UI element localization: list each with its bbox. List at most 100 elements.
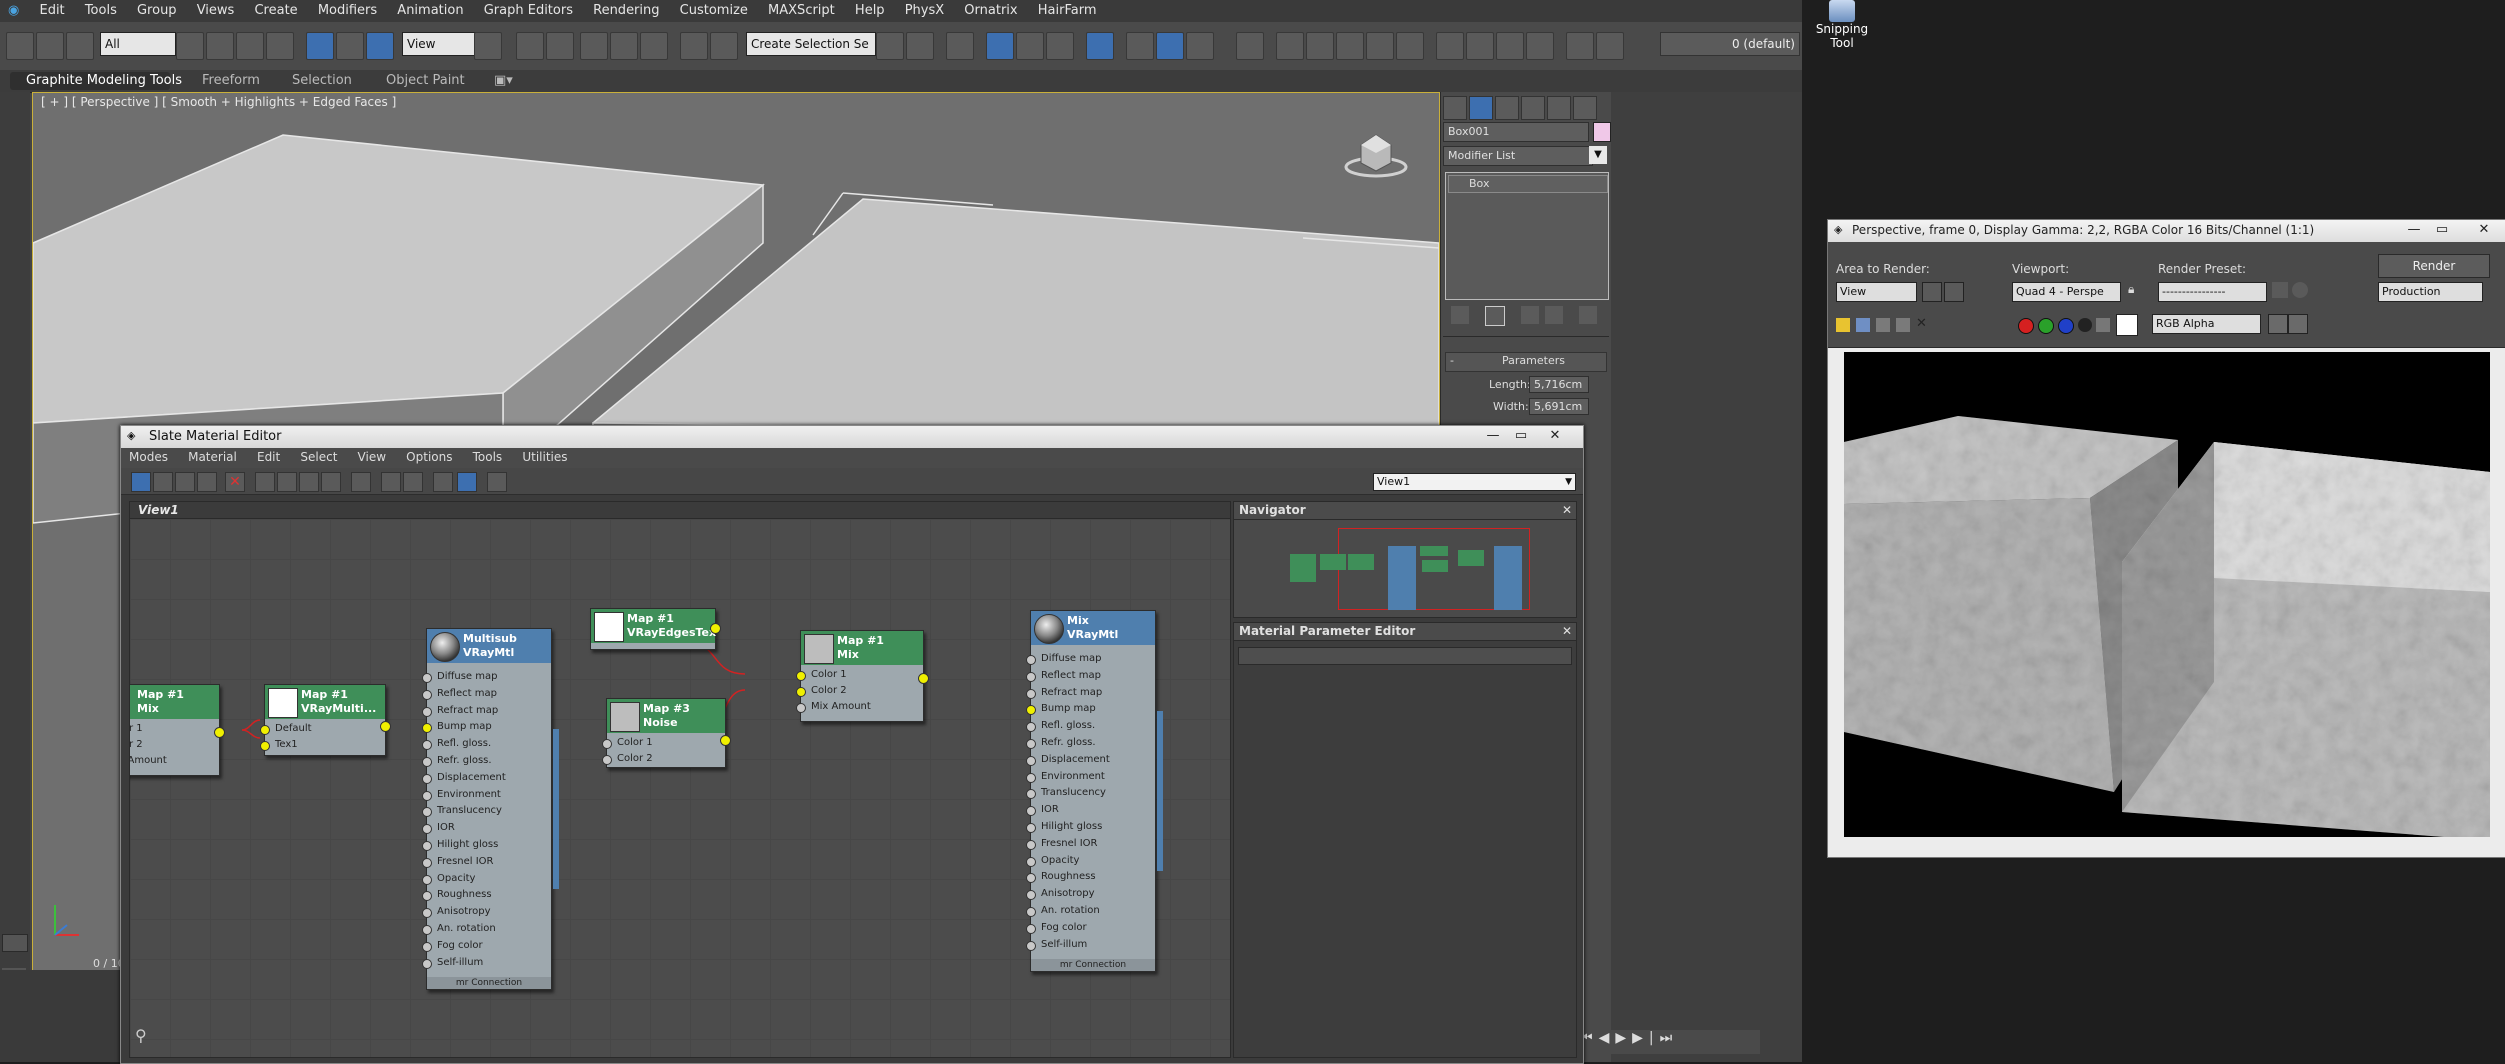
ribbon-tab-freeform[interactable]: Freeform (202, 73, 260, 88)
input-socket[interactable] (422, 706, 432, 717)
input-socket[interactable] (422, 689, 432, 700)
vray-proxy-icon[interactable] (1366, 32, 1394, 60)
menu-edit[interactable]: Edit (31, 0, 72, 18)
render-preset-select[interactable]: ---------------- (2158, 282, 2267, 302)
menu-maxscript[interactable]: MAXScript (760, 0, 843, 18)
hair-guide-icon[interactable] (1466, 32, 1494, 60)
monochrome-icon[interactable] (2096, 318, 2110, 332)
named-selection-set-select[interactable]: Create Selection Se (746, 32, 876, 56)
menu-physx[interactable]: PhysX (897, 0, 952, 18)
node-vraymulti[interactable]: Map #1 VRayMulti... Default Tex1 (260, 684, 391, 756)
clone-window-icon[interactable] (1876, 318, 1890, 332)
menu-modifiers[interactable]: Modifiers (310, 0, 385, 18)
pin-stack-icon[interactable] (1451, 306, 1469, 324)
stack-item[interactable]: Box (1448, 175, 1608, 193)
output-socket[interactable] (214, 727, 225, 738)
length-spinner[interactable]: 5,716cm (1529, 376, 1589, 393)
binoculars-icon[interactable]: ⚲ (135, 1026, 147, 1045)
edit-named-sets-icon[interactable] (710, 32, 738, 60)
node-view-canvas[interactable]: View1 Map #1Mix Color 1 Color 2 Mix Amou… (129, 501, 1231, 1058)
hair-settings-icon[interactable] (1526, 32, 1554, 60)
node-multisub-vraymtl[interactable]: Multisub VRayMtl Diffuse map Reflect map Re… (422, 628, 559, 990)
menu-views[interactable]: Views (189, 0, 243, 18)
input-socket[interactable] (1026, 856, 1036, 867)
input-socket[interactable] (796, 687, 806, 697)
current-layer-select[interactable]: 0 (default) (1660, 32, 1800, 56)
input-socket[interactable] (422, 757, 432, 767)
auto-region-icon[interactable] (1944, 282, 1964, 302)
hair-render-icon[interactable] (1496, 32, 1524, 60)
menu-hairfarm[interactable]: HairFarm (1030, 0, 1105, 18)
angle-snap-icon[interactable] (610, 32, 638, 60)
reference-coord-select[interactable]: View (402, 32, 476, 56)
alpha-channel-icon[interactable] (2078, 318, 2092, 332)
input-socket[interactable] (422, 941, 432, 952)
ribbon-tab-graphite[interactable]: Graphite Modeling Tools (26, 73, 182, 88)
toggle-ui-icon[interactable] (2288, 314, 2308, 334)
render-setup-icon[interactable] (1126, 32, 1154, 60)
input-socket[interactable] (1026, 739, 1036, 749)
area-to-render-select[interactable]: View (1836, 282, 1917, 302)
rfw-maximize-button[interactable]: ▭ (2430, 222, 2454, 238)
move-gizmo-icon[interactable] (516, 32, 544, 60)
input-socket[interactable] (1026, 923, 1036, 934)
input-socket[interactable] (422, 807, 432, 818)
input-socket[interactable] (1026, 655, 1036, 665)
sme-menu-modes[interactable]: Modes (121, 448, 176, 464)
input-socket[interactable] (1026, 772, 1036, 783)
ribbon-tab-selection[interactable]: Selection (292, 73, 352, 88)
modify-tab-icon[interactable] (1469, 96, 1493, 120)
display-channel-select[interactable]: RGB Alpha (2152, 314, 2261, 334)
snaps-toggle-icon[interactable] (580, 32, 608, 60)
input-socket[interactable] (1026, 940, 1036, 951)
viewport-label[interactable]: [ + ] [ Perspective ] [ Smooth + Highlig… (41, 95, 396, 109)
vray-sun-icon[interactable] (1336, 32, 1364, 60)
output-socket[interactable] (710, 623, 721, 634)
render-setup-icon[interactable] (2272, 282, 2288, 298)
show-background-icon[interactable] (321, 472, 341, 492)
freeze-layer-icon[interactable] (1596, 32, 1624, 60)
link-icon[interactable] (6, 32, 34, 60)
hair-icon[interactable] (1436, 32, 1464, 60)
sme-menu-view[interactable]: View (350, 448, 394, 464)
toggle-ui-overlay-icon[interactable] (2268, 314, 2288, 334)
input-socket[interactable] (1026, 839, 1036, 850)
node-mix-vraymtl[interactable]: Mix VRayMtl Diffuse map Reflect map Refract… (1026, 610, 1163, 972)
assign-to-selection-icon[interactable] (197, 472, 217, 492)
sme-titlebar[interactable]: ◈ Slate Material Editor — ▭ ✕ (121, 426, 1583, 448)
select-by-name-icon[interactable] (206, 32, 234, 60)
node-vrayedgestex[interactable]: Map #1 VRayEdgesTex (590, 608, 721, 650)
rect-selection-icon[interactable] (236, 32, 264, 60)
copy-image-icon[interactable] (1856, 318, 1870, 332)
ribbon-options-icon[interactable]: ▣▾ (494, 73, 513, 88)
navigator-close-icon[interactable]: ✕ (1562, 502, 1572, 519)
display-tab-icon[interactable] (1547, 96, 1571, 120)
save-image-icon[interactable] (1836, 318, 1850, 332)
menu-group[interactable]: Group (129, 0, 185, 18)
menu-tools[interactable]: Tools (77, 0, 125, 18)
show-map-icon[interactable] (299, 472, 319, 492)
render-button[interactable]: Render (2378, 254, 2490, 278)
rendered-frame-window-icon[interactable] (1156, 32, 1184, 60)
input-socket[interactable] (422, 773, 432, 784)
menu-rendering[interactable]: Rendering (585, 0, 667, 18)
pick-material-icon[interactable] (153, 472, 173, 492)
layout-all-icon[interactable] (351, 472, 371, 492)
input-socket[interactable] (422, 891, 432, 902)
environment-icon[interactable] (2292, 282, 2308, 298)
node-mix-left[interactable]: Map #1Mix Color 1 Color 2 Mix Amount (130, 684, 225, 776)
input-socket[interactable] (796, 671, 806, 681)
bind-spacewarp-icon[interactable] (66, 32, 94, 60)
utilities-tab-icon[interactable] (1573, 96, 1597, 120)
rfw-close-button[interactable]: ✕ (2472, 222, 2496, 238)
layer-toolbar-icon[interactable] (1566, 32, 1594, 60)
rendered-image[interactable] (1844, 352, 2490, 837)
input-socket[interactable] (1026, 722, 1036, 733)
input-socket[interactable] (1026, 688, 1036, 699)
select-tool-icon[interactable] (131, 472, 151, 492)
spinner-snap-icon[interactable] (680, 32, 708, 60)
input-socket[interactable] (422, 925, 432, 935)
menu-help[interactable]: Help (847, 0, 893, 18)
sme-menu-options[interactable]: Options (398, 448, 460, 464)
align-icon[interactable] (906, 32, 934, 60)
